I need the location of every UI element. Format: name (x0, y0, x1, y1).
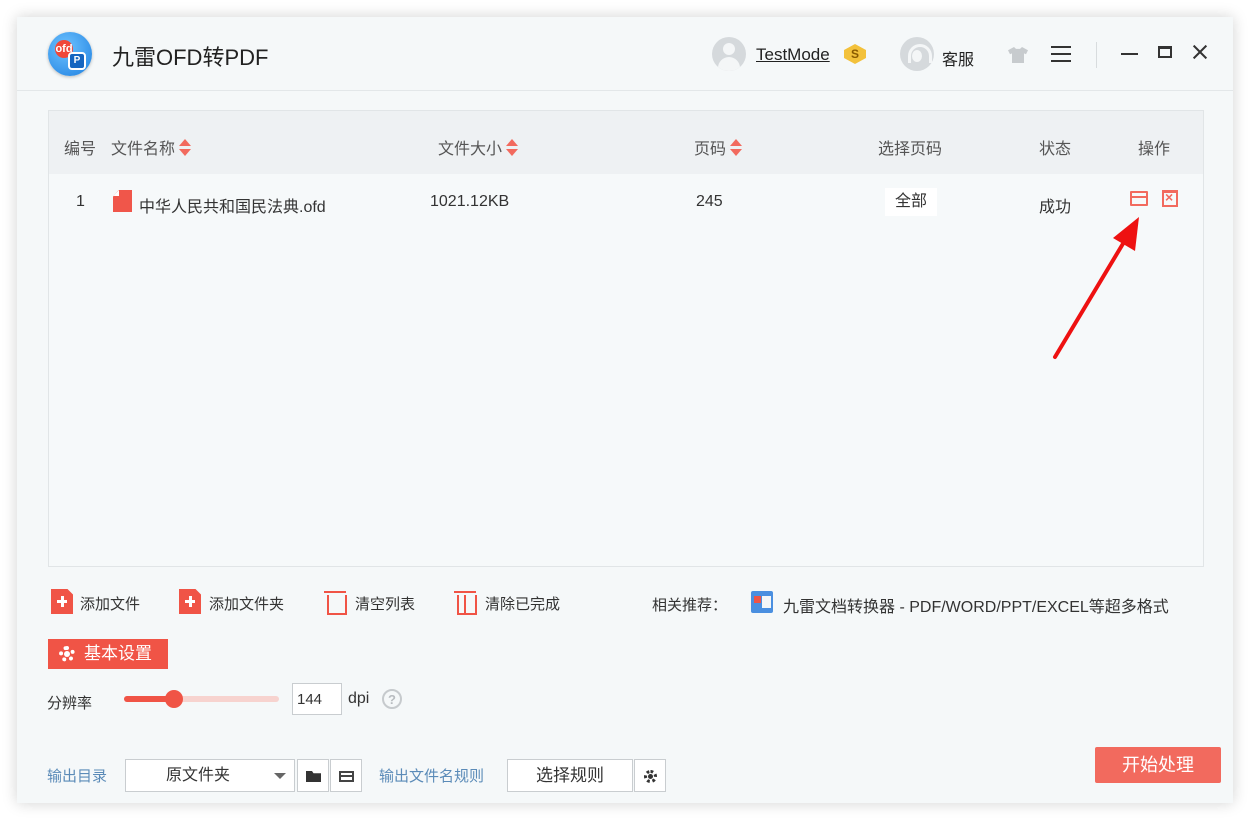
row-file-size: 1021.12KB (430, 193, 510, 210)
gear-icon (59, 646, 75, 662)
start-processing-button[interactable]: 开始处理 (1095, 747, 1221, 783)
user-name-link[interactable]: TestMode (756, 45, 830, 65)
add-file-label: 添加文件 (80, 596, 141, 613)
app-window: ofd P 九雷OFD转PDF TestMode S 客服 编号 文件名称 文件… (17, 17, 1233, 803)
customer-service-icon[interactable] (900, 37, 934, 71)
folder-icon (306, 771, 321, 782)
app-title: 九雷OFD转PDF (112, 45, 269, 70)
logo-p-mark: P (68, 52, 86, 70)
help-icon[interactable]: ? (382, 689, 402, 709)
col-size-label: 文件大小 (438, 141, 503, 158)
col-status: 状态 (1039, 141, 1072, 158)
col-pages-header[interactable]: 页码 (694, 135, 743, 159)
table-header: 编号 文件名称 文件大小 页码 选择页码 状态 操作 (49, 111, 1203, 174)
clear-done-label: 清除已完成 (485, 596, 561, 613)
sort-icon[interactable] (179, 139, 192, 157)
annotation-arrow (1053, 217, 1139, 359)
clear-list-label: 清空列表 (355, 596, 416, 613)
sort-icon[interactable] (730, 139, 743, 157)
col-actions: 操作 (1138, 141, 1171, 158)
title-bar: ofd P 九雷OFD转PDF TestMode S 客服 (17, 17, 1233, 91)
open-folder-icon[interactable] (1130, 191, 1148, 206)
ofd-file-icon (113, 190, 132, 212)
filename-rule-label: 输出文件名规则 (379, 768, 485, 785)
browse-folder-button[interactable] (297, 759, 329, 792)
trash-icon (454, 589, 477, 615)
add-folder-label: 添加文件夹 (209, 596, 285, 613)
row-index: 1 (76, 193, 85, 210)
col-index: 编号 (64, 141, 97, 158)
row-file-name: 中华人民共和国民法典.ofd (139, 199, 326, 216)
gear-icon (644, 770, 657, 783)
maximize-icon[interactable] (1158, 46, 1172, 58)
col-select-pages: 选择页码 (878, 141, 943, 158)
select-rule-button[interactable]: 选择规则 (507, 759, 633, 792)
col-name-header[interactable]: 文件名称 (111, 135, 192, 159)
rule-settings-button[interactable] (634, 759, 666, 792)
add-folder-icon (179, 589, 201, 614)
output-dir-value: 原文件夹 (166, 767, 231, 784)
basic-settings-label: 基本设置 (84, 644, 152, 663)
customer-service-label[interactable]: 客服 (942, 46, 974, 70)
app-logo: ofd P (48, 32, 92, 76)
skin-shirt-icon[interactable] (1008, 47, 1028, 63)
output-dir-label: 输出目录 (47, 768, 108, 785)
dpi-input[interactable] (292, 683, 342, 715)
menu-icon[interactable] (1051, 46, 1071, 62)
add-file-icon (51, 589, 73, 614)
title-separator (1096, 42, 1097, 68)
converter-app-icon[interactable] (751, 591, 773, 613)
page-range-select[interactable]: 全部 (885, 188, 937, 216)
user-avatar[interactable] (712, 37, 746, 71)
resolution-label: 分辨率 (47, 695, 93, 712)
delete-icon[interactable] (1162, 189, 1178, 207)
recommend-label: 相关推荐： (652, 597, 728, 614)
resolution-slider[interactable] (124, 690, 279, 708)
open-folder-icon (339, 771, 354, 782)
recommend-link[interactable]: 九雷文档转换器 - PDF/WORD/PPT/EXCEL等超多格式 (783, 593, 1169, 617)
col-pages-label: 页码 (694, 141, 727, 158)
open-output-folder-button[interactable] (330, 759, 362, 792)
minimize-icon[interactable] (1121, 53, 1138, 55)
sort-icon[interactable] (506, 139, 519, 157)
row-page-count: 245 (696, 193, 723, 210)
slider-thumb[interactable] (164, 690, 183, 708)
output-dir-select[interactable]: 原文件夹 (125, 759, 295, 792)
col-size-header[interactable]: 文件大小 (438, 135, 519, 159)
close-icon[interactable] (1191, 43, 1209, 61)
caret-down-icon (274, 773, 286, 779)
trash-icon (324, 589, 347, 615)
vip-badge-icon[interactable]: S (844, 44, 866, 64)
col-name-label: 文件名称 (111, 141, 176, 158)
dpi-unit-label: dpi (348, 690, 370, 707)
basic-settings-tab[interactable]: 基本设置 (48, 639, 168, 669)
